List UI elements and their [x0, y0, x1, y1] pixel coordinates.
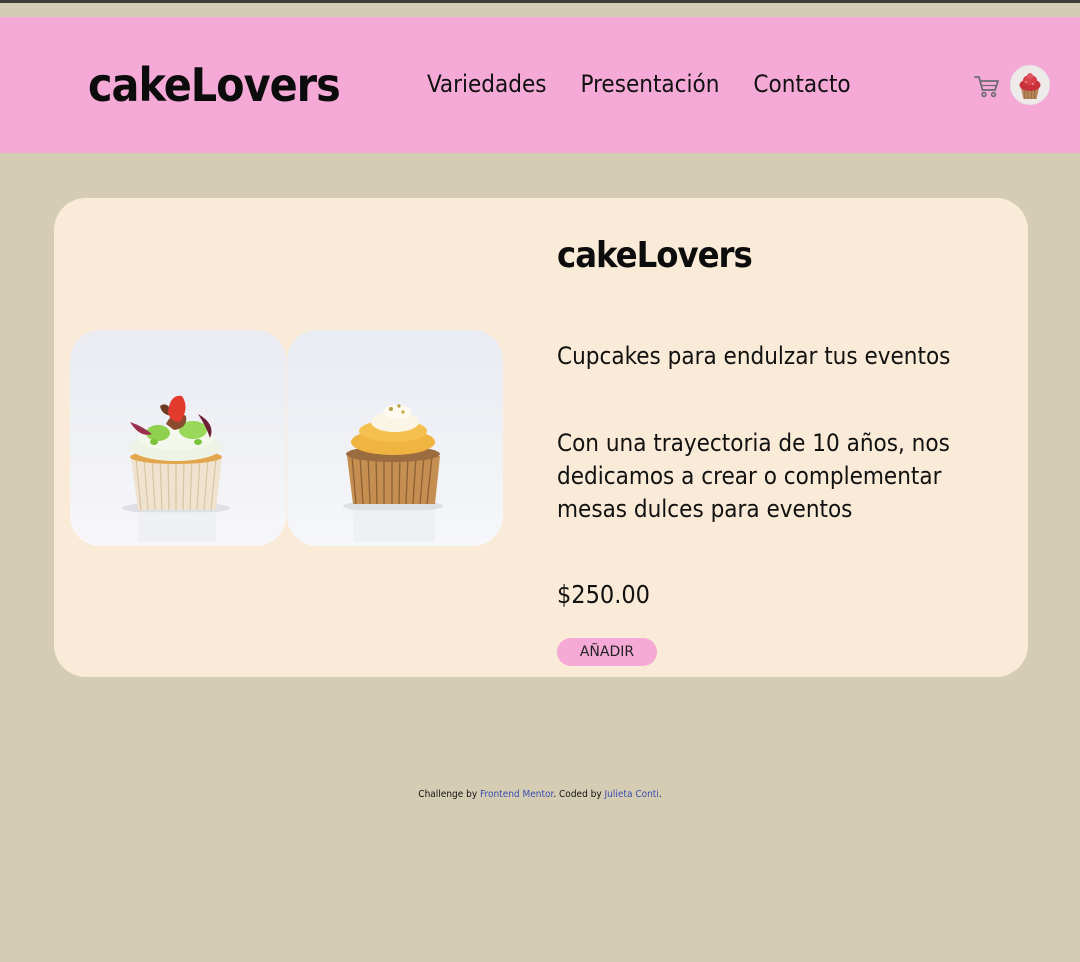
- site-header: cakeLovers Variedades Presentación Conta…: [0, 17, 1080, 153]
- attribution-middle: . Coded by: [553, 789, 602, 800]
- author-link[interactable]: Julieta Conti: [605, 789, 659, 800]
- product-card: cakeLovers Cupcakes para endulzar tus ev…: [54, 198, 1028, 677]
- attribution-footer: Challenge by Frontend Mentor. Coded by J…: [0, 788, 1080, 802]
- strawberry-cupcake-image: [70, 330, 286, 546]
- product-subtitle: Cupcakes para endulzar tus eventos: [557, 342, 951, 370]
- product-title: cakeLovers: [557, 235, 753, 276]
- nav-item-contacto[interactable]: Contacto: [753, 69, 850, 99]
- product-image-vanilla-cupcake[interactable]: [287, 330, 503, 546]
- brand-logo[interactable]: cakeLovers: [88, 57, 341, 113]
- add-to-cart-button[interactable]: AÑADIR: [557, 638, 657, 666]
- top-gap: [0, 3, 1080, 17]
- main-nav: Variedades Presentación Contacto: [427, 69, 851, 99]
- attribution-suffix: .: [658, 789, 662, 800]
- product-description: Con una trayectoria de 10 años, nos dedi…: [557, 429, 950, 523]
- frontend-mentor-link[interactable]: Frontend Mentor: [480, 789, 553, 800]
- cart-icon[interactable]: [973, 73, 1001, 99]
- vanilla-cupcake-image: [287, 330, 503, 546]
- nav-item-presentacion[interactable]: Presentación: [580, 69, 719, 99]
- product-image-strawberry-cupcake[interactable]: [70, 330, 286, 546]
- product-price: $250.00: [557, 580, 650, 609]
- nav-item-variedades[interactable]: Variedades: [427, 69, 546, 99]
- user-avatar[interactable]: [1010, 65, 1050, 105]
- cupcake-avatar-icon: [1011, 66, 1049, 104]
- attribution-prefix: Challenge by: [418, 789, 478, 800]
